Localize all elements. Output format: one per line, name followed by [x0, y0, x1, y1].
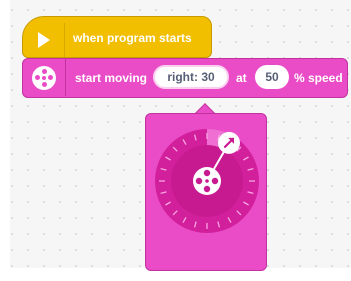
speed-unit-label: % speed	[294, 71, 343, 85]
motor-icon	[193, 167, 221, 195]
dial-handle[interactable]	[218, 131, 240, 154]
speed-input[interactable]: 50	[255, 65, 289, 89]
hat-block-label: when program starts	[73, 31, 192, 45]
at-label: at	[236, 71, 247, 85]
motor-icon-area	[23, 59, 66, 96]
motor-icon	[32, 65, 56, 90]
start-moving-block[interactable]: start moving right: 30 at 50 % speed	[22, 58, 348, 98]
hat-icon-area	[24, 23, 65, 57]
direction-input[interactable]: right: 30	[153, 65, 229, 89]
canvas-edge-left	[0, 0, 10, 281]
direction-picker-dropdown	[145, 113, 267, 271]
when-program-starts-block[interactable]: when program starts	[22, 16, 212, 58]
play-icon	[38, 32, 50, 48]
start-moving-label: start moving	[75, 71, 148, 85]
direction-dial[interactable]	[154, 128, 260, 234]
